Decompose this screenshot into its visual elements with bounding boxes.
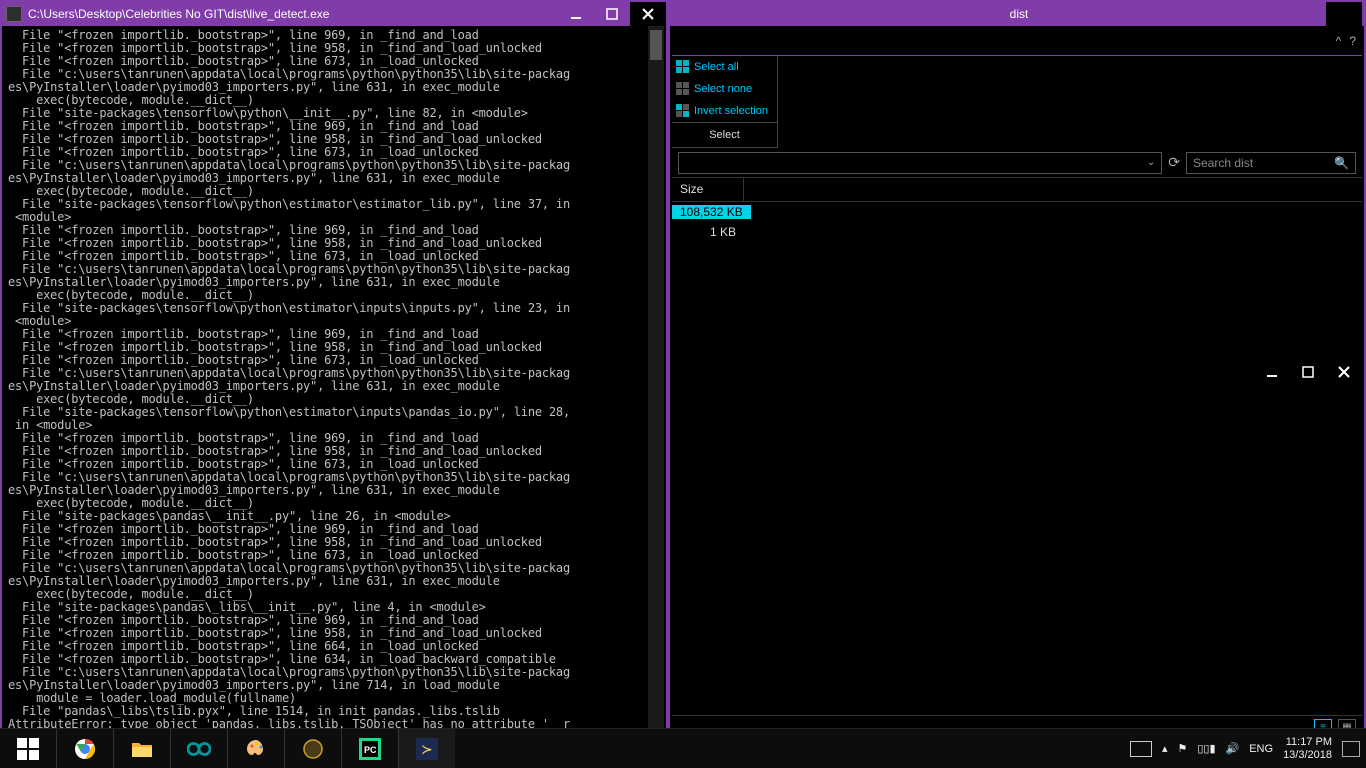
explorer-window: dist ^ ? Select all Select none Invert s… <box>668 0 1366 743</box>
pycharm-icon: PC <box>358 737 382 761</box>
search-input[interactable]: Search dist 🔍 <box>1186 152 1356 174</box>
column-size-header[interactable]: Size <box>672 178 744 201</box>
taskbar-explorer[interactable] <box>114 729 170 768</box>
address-bar: ⌄ ⟳ Search dist 🔍 <box>672 148 1362 178</box>
start-button[interactable] <box>0 729 56 768</box>
taskbar-pycharm[interactable]: PC <box>342 729 398 768</box>
help-icon[interactable]: ? <box>1349 34 1356 48</box>
arduino-icon <box>187 737 211 761</box>
file-list: 108,532 KB 1 KB <box>672 202 1362 711</box>
paint-icon <box>244 737 268 761</box>
taskbar-arduino[interactable] <box>171 729 227 768</box>
select-group: Select all Select none Invert selection … <box>672 56 778 148</box>
maximize-button[interactable] <box>594 2 630 26</box>
search-placeholder: Search dist <box>1193 156 1253 170</box>
file-row[interactable]: 1 KB <box>672 222 1362 242</box>
explorer-title: dist <box>1010 7 1029 21</box>
refresh-icon[interactable]: ⟳ <box>1168 154 1180 171</box>
svg-text:≻: ≻ <box>421 741 433 757</box>
column-size-label: Size <box>680 182 703 196</box>
medallion-icon <box>301 737 325 761</box>
select-none-label: Select none <box>694 83 752 95</box>
keyboard-icon[interactable] <box>1130 741 1152 757</box>
select-none-icon <box>676 82 690 96</box>
taskbar-running-console[interactable]: ≻ <box>399 729 455 768</box>
language-indicator[interactable]: ENG <box>1249 743 1273 755</box>
close-button[interactable] <box>630 2 666 26</box>
file-size: 1 KB <box>672 225 744 239</box>
file-row[interactable]: 108,532 KB <box>672 202 1362 222</box>
column-headers: Size <box>672 178 1362 202</box>
folder-icon <box>130 737 154 761</box>
taskbar: PC ≻ ▴ ⚑ ▯▯▮ 🔊 ENG 11:17 PM 13/3/2018 <box>0 728 1366 768</box>
minimize-button[interactable] <box>558 2 594 26</box>
network-icon[interactable]: ▯▯▮ <box>1197 742 1215 755</box>
console-icon: ≻ <box>415 737 439 761</box>
tray-overflow-icon[interactable]: ▴ <box>1162 742 1168 755</box>
scroll-thumb[interactable] <box>650 30 662 60</box>
select-group-label: Select <box>672 122 777 146</box>
search-icon: 🔍 <box>1334 156 1349 170</box>
select-none-button[interactable]: Select none <box>672 78 777 100</box>
invert-selection-label: Invert selection <box>694 105 768 117</box>
svg-text:PC: PC <box>364 745 377 755</box>
chevron-down-icon[interactable]: ⌄ <box>1147 157 1155 168</box>
file-size: 108,532 KB <box>672 205 751 219</box>
windows-logo-icon <box>17 738 39 760</box>
ribbon-collapse-icon[interactable]: ^ <box>1336 34 1342 48</box>
app-icon <box>6 6 22 22</box>
console-output: File "<frozen importlib._bootstrap>", li… <box>4 26 664 739</box>
select-all-icon <box>676 60 690 74</box>
console-scrollbar[interactable]: ▲ ▼ <box>648 26 664 739</box>
action-center-icon[interactable] <box>1342 741 1360 757</box>
invert-selection-icon <box>676 104 690 118</box>
console-window: C:\Users\Desktop\Celebrities No GIT\dist… <box>0 0 668 743</box>
taskbar-app-1[interactable] <box>285 729 341 768</box>
select-all-button[interactable]: Select all <box>672 56 777 78</box>
taskbar-chrome[interactable] <box>57 729 113 768</box>
volume-icon[interactable]: 🔊 <box>1226 742 1240 755</box>
clock-date: 13/3/2018 <box>1283 749 1332 762</box>
clock-time: 11:17 PM <box>1283 736 1332 749</box>
select-all-label: Select all <box>694 61 739 73</box>
address-input[interactable]: ⌄ <box>678 152 1162 174</box>
clock[interactable]: 11:17 PM 13/3/2018 <box>1283 736 1332 762</box>
chrome-icon <box>73 737 97 761</box>
flag-icon[interactable]: ⚑ <box>1177 742 1187 755</box>
console-titlebar[interactable]: C:\Users\Desktop\Celebrities No GIT\dist… <box>2 2 666 26</box>
invert-selection-button[interactable]: Invert selection <box>672 100 777 122</box>
explorer-titlebar[interactable]: dist <box>670 2 1364 26</box>
ribbon-strip: ^ ? <box>672 26 1362 56</box>
taskbar-paint[interactable] <box>228 729 284 768</box>
console-title: C:\Users\Desktop\Celebrities No GIT\dist… <box>28 7 552 21</box>
